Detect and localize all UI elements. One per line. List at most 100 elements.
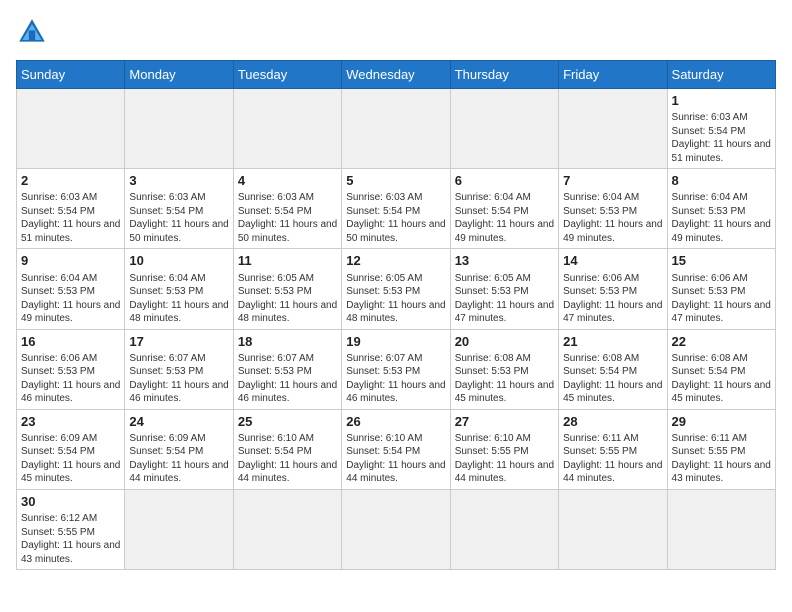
calendar-cell: 12Sunrise: 6:05 AM Sunset: 5:53 PM Dayli… — [342, 249, 450, 329]
calendar-cell: 8Sunrise: 6:04 AM Sunset: 5:53 PM Daylig… — [667, 169, 775, 249]
logo-icon — [16, 16, 48, 48]
day-info: Sunrise: 6:05 AM Sunset: 5:53 PM Dayligh… — [455, 272, 554, 326]
day-info: Sunrise: 6:04 AM Sunset: 5:53 PM Dayligh… — [672, 191, 771, 245]
day-info: Sunrise: 6:06 AM Sunset: 5:53 PM Dayligh… — [672, 272, 771, 326]
day-info: Sunrise: 6:08 AM Sunset: 5:54 PM Dayligh… — [563, 352, 662, 406]
day-number: 25 — [238, 413, 337, 431]
calendar-cell: 16Sunrise: 6:06 AM Sunset: 5:53 PM Dayli… — [17, 329, 125, 409]
day-info: Sunrise: 6:04 AM Sunset: 5:53 PM Dayligh… — [563, 191, 662, 245]
calendar-cell: 19Sunrise: 6:07 AM Sunset: 5:53 PM Dayli… — [342, 329, 450, 409]
day-number: 14 — [563, 252, 662, 270]
day-info: Sunrise: 6:04 AM Sunset: 5:54 PM Dayligh… — [455, 191, 554, 245]
day-info: Sunrise: 6:03 AM Sunset: 5:54 PM Dayligh… — [238, 191, 337, 245]
page-header — [16, 16, 776, 48]
day-number: 20 — [455, 333, 554, 351]
day-info: Sunrise: 6:03 AM Sunset: 5:54 PM Dayligh… — [21, 191, 120, 245]
calendar-cell: 3Sunrise: 6:03 AM Sunset: 5:54 PM Daylig… — [125, 169, 233, 249]
calendar-cell: 11 Sunrise: 6:05 AM Sunset: 5:53 PM Dayli… — [233, 249, 341, 329]
day-info: Sunrise: 6:10 AM Sunset: 5:54 PM Dayligh… — [346, 432, 445, 486]
calendar-cell: 7Sunrise: 6:04 AM Sunset: 5:53 PM Daylig… — [559, 169, 667, 249]
calendar-week-5: 30Sunrise: 6:12 AM Sunset: 5:55 PM Dayli… — [17, 489, 776, 569]
day-info: Sunrise: 6:05 AM Sunset: 5:53 PM Dayligh… — [238, 272, 337, 326]
weekday-header-row: SundayMondayTuesdayWednesdayThursdayFrid… — [17, 61, 776, 89]
calendar-week-0: 1Sunrise: 6:03 AM Sunset: 5:54 PM Daylig… — [17, 89, 776, 169]
day-number: 4 — [238, 172, 337, 190]
day-info: Sunrise: 6:11 AM Sunset: 5:55 PM Dayligh… — [563, 432, 662, 486]
calendar-cell — [125, 489, 233, 569]
calendar-cell — [125, 89, 233, 169]
day-info: Sunrise: 6:03 AM Sunset: 5:54 PM Dayligh… — [672, 111, 771, 165]
day-number: 8 — [672, 172, 771, 190]
weekday-header-sunday: Sunday — [17, 61, 125, 89]
calendar-cell: 18Sunrise: 6:07 AM Sunset: 5:53 PM Dayli… — [233, 329, 341, 409]
weekday-header-tuesday: Tuesday — [233, 61, 341, 89]
calendar-cell: 17Sunrise: 6:07 AM Sunset: 5:53 PM Dayli… — [125, 329, 233, 409]
day-info: Sunrise: 6:04 AM Sunset: 5:53 PM Dayligh… — [21, 272, 120, 326]
weekday-header-thursday: Thursday — [450, 61, 558, 89]
day-info: Sunrise: 6:03 AM Sunset: 5:54 PM Dayligh… — [129, 191, 228, 245]
day-number: 26 — [346, 413, 445, 431]
calendar-cell: 27Sunrise: 6:10 AM Sunset: 5:55 PM Dayli… — [450, 409, 558, 489]
day-info: Sunrise: 6:07 AM Sunset: 5:53 PM Dayligh… — [346, 352, 445, 406]
calendar-cell — [559, 489, 667, 569]
day-number: 22 — [672, 333, 771, 351]
day-info: Sunrise: 6:08 AM Sunset: 5:54 PM Dayligh… — [672, 352, 771, 406]
calendar-cell: 30Sunrise: 6:12 AM Sunset: 5:55 PM Dayli… — [17, 489, 125, 569]
calendar-cell: 9Sunrise: 6:04 AM Sunset: 5:53 PM Daylig… — [17, 249, 125, 329]
day-info: Sunrise: 6:06 AM Sunset: 5:53 PM Dayligh… — [563, 272, 662, 326]
day-number: 2 — [21, 172, 120, 190]
calendar-cell: 15 Sunrise: 6:06 AM Sunset: 5:53 PM Dayli… — [667, 249, 775, 329]
weekday-header-wednesday: Wednesday — [342, 61, 450, 89]
calendar-cell: 1Sunrise: 6:03 AM Sunset: 5:54 PM Daylig… — [667, 89, 775, 169]
day-number: 11 — [238, 252, 337, 270]
day-info: Sunrise: 6:11 AM Sunset: 5:55 PM Dayligh… — [672, 432, 771, 486]
calendar-week-2: 9Sunrise: 6:04 AM Sunset: 5:53 PM Daylig… — [17, 249, 776, 329]
calendar-cell: 2Sunrise: 6:03 AM Sunset: 5:54 PM Daylig… — [17, 169, 125, 249]
day-info: Sunrise: 6:06 AM Sunset: 5:53 PM Dayligh… — [21, 352, 120, 406]
day-info: Sunrise: 6:05 AM Sunset: 5:53 PM Dayligh… — [346, 272, 445, 326]
day-info: Sunrise: 6:10 AM Sunset: 5:54 PM Dayligh… — [238, 432, 337, 486]
day-number: 13 — [455, 252, 554, 270]
calendar-cell: 4Sunrise: 6:03 AM Sunset: 5:54 PM Daylig… — [233, 169, 341, 249]
day-info: Sunrise: 6:07 AM Sunset: 5:53 PM Dayligh… — [129, 352, 228, 406]
logo — [16, 16, 52, 48]
calendar-table: SundayMondayTuesdayWednesdayThursdayFrid… — [16, 60, 776, 570]
calendar-cell: 14 Sunrise: 6:06 AM Sunset: 5:53 PM Dayli… — [559, 249, 667, 329]
day-number: 30 — [21, 493, 120, 511]
day-info: Sunrise: 6:07 AM Sunset: 5:53 PM Dayligh… — [238, 352, 337, 406]
calendar-cell: 29Sunrise: 6:11 AM Sunset: 5:55 PM Dayli… — [667, 409, 775, 489]
calendar-cell: 28Sunrise: 6:11 AM Sunset: 5:55 PM Dayli… — [559, 409, 667, 489]
day-number: 15 — [672, 252, 771, 270]
day-number: 7 — [563, 172, 662, 190]
calendar-cell: 25Sunrise: 6:10 AM Sunset: 5:54 PM Dayli… — [233, 409, 341, 489]
day-number: 29 — [672, 413, 771, 431]
day-number: 23 — [21, 413, 120, 431]
calendar-week-3: 16Sunrise: 6:06 AM Sunset: 5:53 PM Dayli… — [17, 329, 776, 409]
day-info: Sunrise: 6:09 AM Sunset: 5:54 PM Dayligh… — [129, 432, 228, 486]
day-number: 10 — [129, 252, 228, 270]
day-info: Sunrise: 6:09 AM Sunset: 5:54 PM Dayligh… — [21, 432, 120, 486]
calendar-cell: 23Sunrise: 6:09 AM Sunset: 5:54 PM Dayli… — [17, 409, 125, 489]
day-info: Sunrise: 6:08 AM Sunset: 5:53 PM Dayligh… — [455, 352, 554, 406]
calendar-week-4: 23Sunrise: 6:09 AM Sunset: 5:54 PM Dayli… — [17, 409, 776, 489]
day-info: Sunrise: 6:10 AM Sunset: 5:55 PM Dayligh… — [455, 432, 554, 486]
day-number: 28 — [563, 413, 662, 431]
day-number: 16 — [21, 333, 120, 351]
calendar-cell — [342, 89, 450, 169]
calendar-cell: 5Sunrise: 6:03 AM Sunset: 5:54 PM Daylig… — [342, 169, 450, 249]
calendar-cell: 10 Sunrise: 6:04 AM Sunset: 5:53 PM Dayli… — [125, 249, 233, 329]
calendar-cell — [17, 89, 125, 169]
calendar-cell: 22Sunrise: 6:08 AM Sunset: 5:54 PM Dayli… — [667, 329, 775, 409]
day-number: 1 — [672, 92, 771, 110]
day-number: 24 — [129, 413, 228, 431]
calendar-cell — [450, 489, 558, 569]
day-number: 17 — [129, 333, 228, 351]
day-number: 6 — [455, 172, 554, 190]
day-info: Sunrise: 6:03 AM Sunset: 5:54 PM Dayligh… — [346, 191, 445, 245]
calendar-cell: 20Sunrise: 6:08 AM Sunset: 5:53 PM Dayli… — [450, 329, 558, 409]
calendar-cell — [559, 89, 667, 169]
day-number: 5 — [346, 172, 445, 190]
day-number: 18 — [238, 333, 337, 351]
day-info: Sunrise: 6:04 AM Sunset: 5:53 PM Dayligh… — [129, 272, 228, 326]
day-number: 21 — [563, 333, 662, 351]
